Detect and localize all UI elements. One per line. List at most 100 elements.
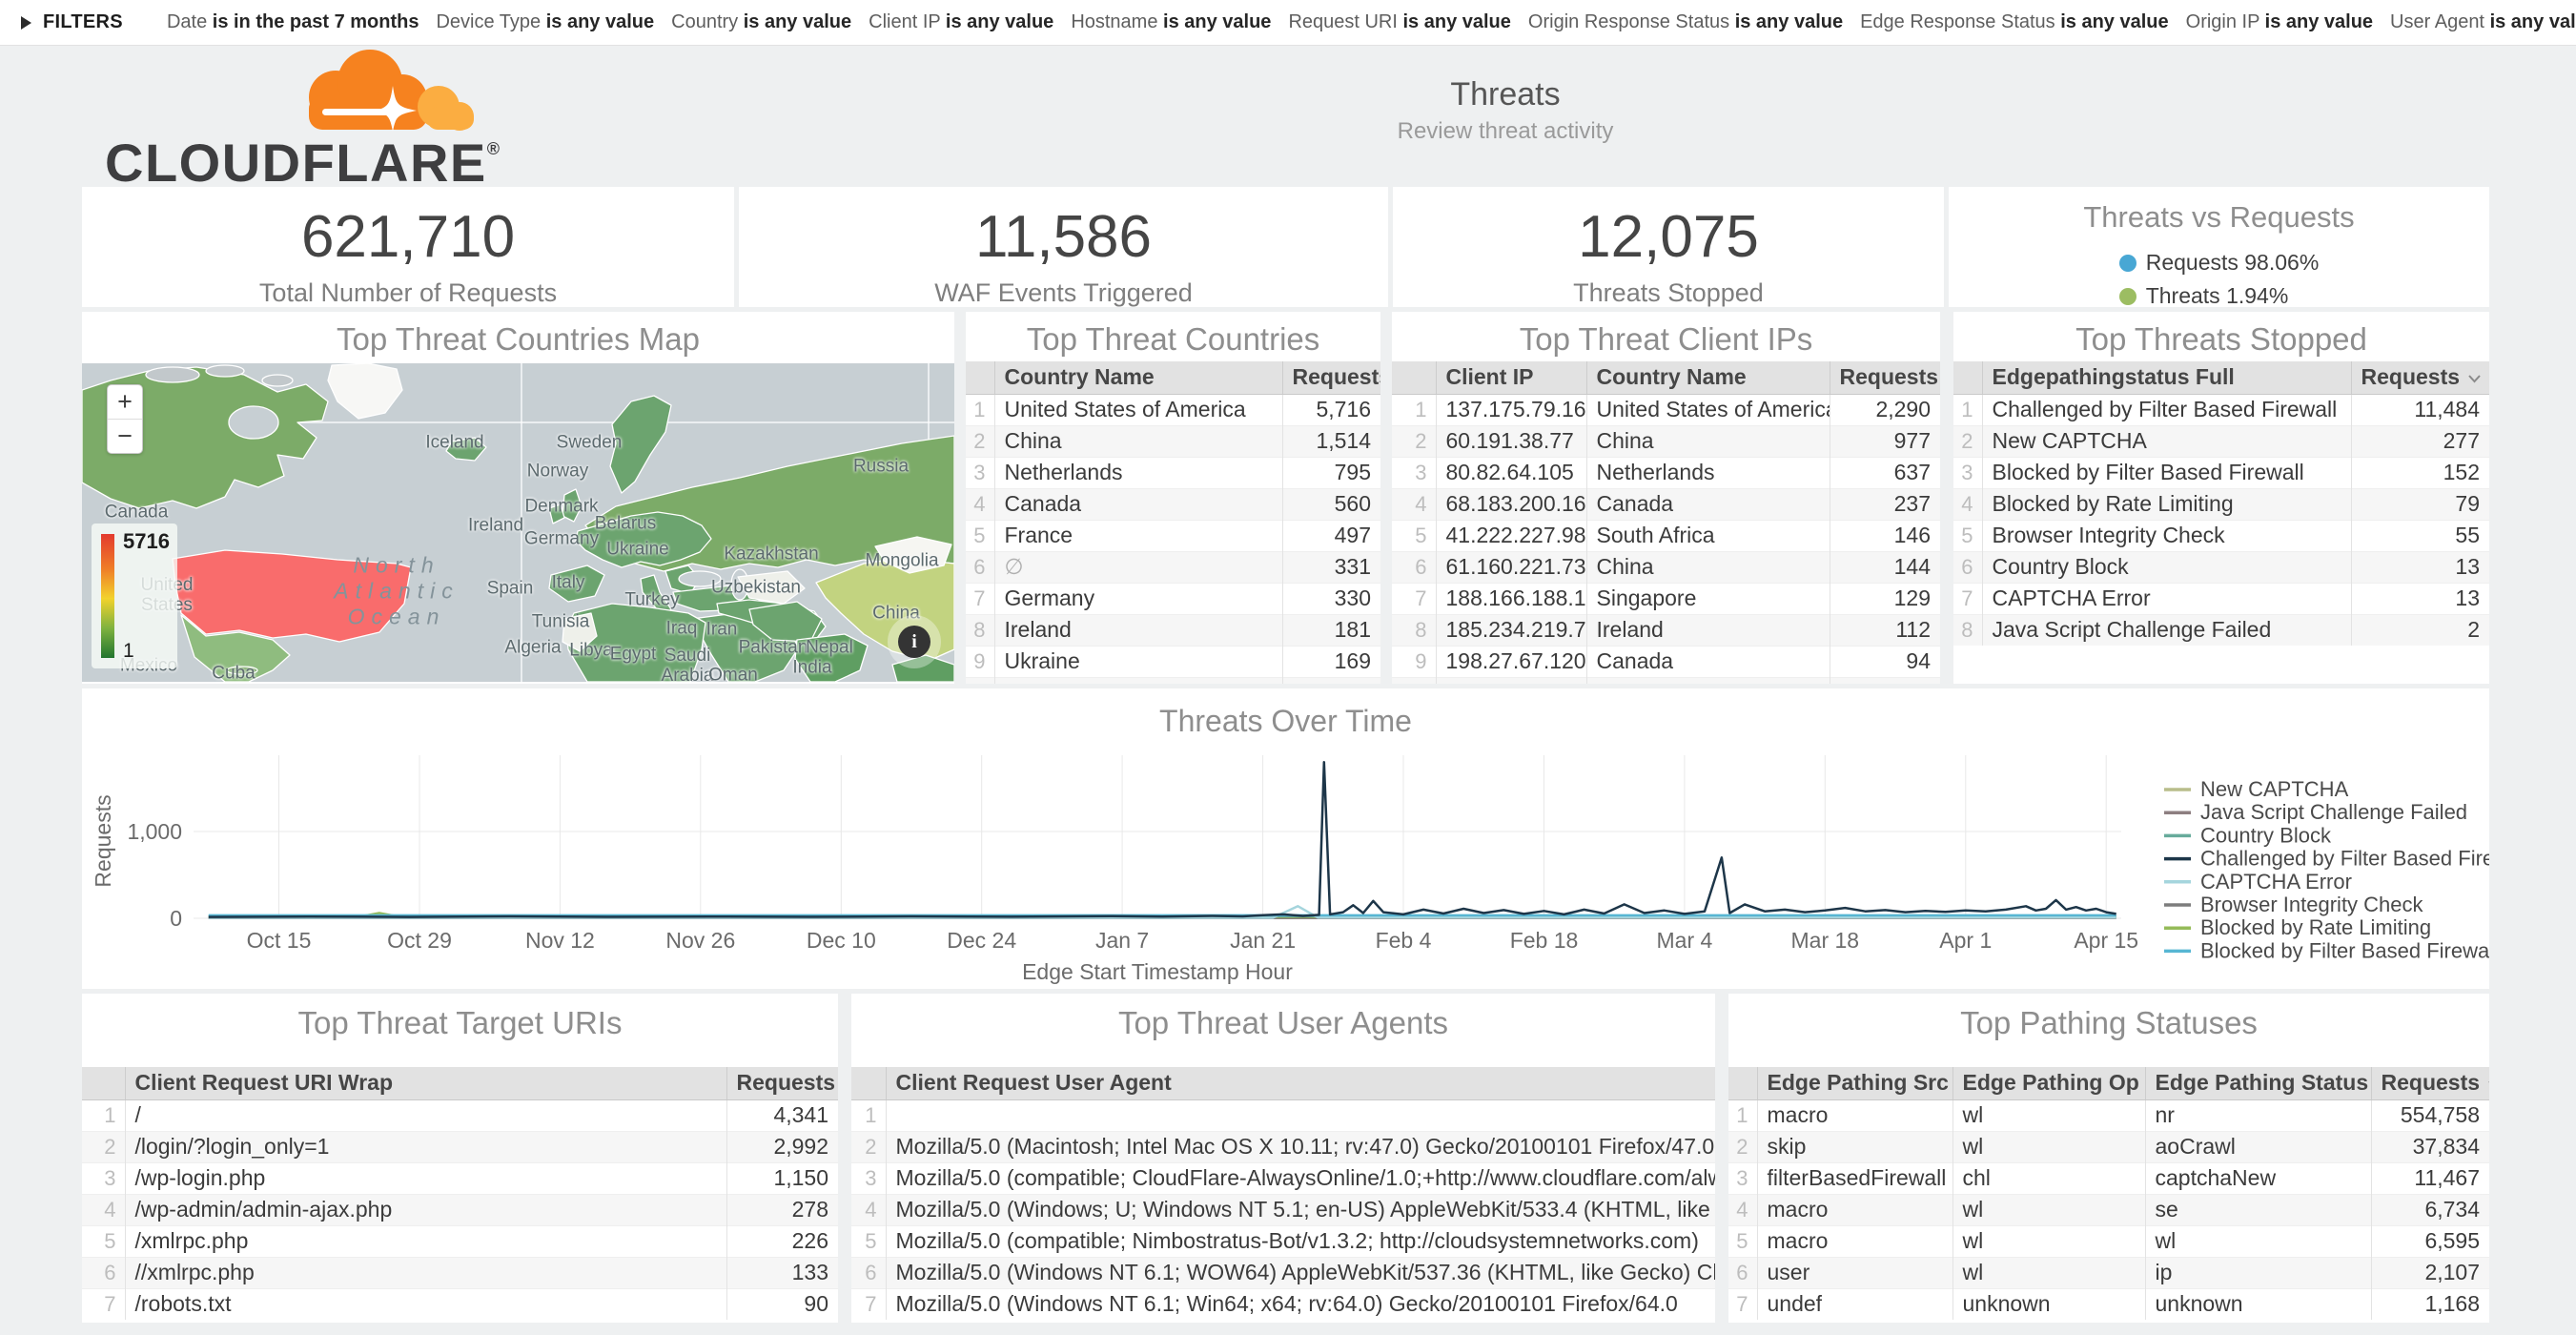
cell: macro — [1757, 1099, 1952, 1131]
cell: United States of America — [994, 394, 1282, 425]
registered-mark: ® — [487, 139, 501, 158]
column-header-edge-pathing-status[interactable]: Edge Pathing Status — [2145, 1067, 2371, 1099]
filter-country[interactable]: Country is any value — [671, 11, 851, 33]
cell: 497 — [1282, 520, 1380, 551]
table-row: 2/login/?login_only=12,992 — [82, 1131, 838, 1162]
filter-user-agent[interactable]: User Agent is any value — [2390, 11, 2576, 33]
filter-hostname[interactable]: Hostname is any value — [1071, 11, 1271, 33]
legend-label: Country Block — [2200, 823, 2332, 847]
filter-client-ip[interactable]: Client IP is any value — [869, 11, 1053, 33]
filter-origin-ip[interactable]: Origin IP is any value — [2186, 11, 2373, 33]
cell: 11,484 — [2351, 394, 2489, 425]
table-row: 4Blocked by Rate Limiting79 — [1953, 488, 2489, 520]
row-index: 1 — [1953, 394, 1982, 425]
legend-dot-icon — [2119, 288, 2136, 305]
cloudflare-threats-dashboard: FILTERS Date is in the past 7 months Devi… — [0, 0, 2576, 1335]
column-header-client-request-uri-wrap[interactable]: Client Request URI Wrap — [125, 1067, 726, 1099]
cell: unknown — [1952, 1288, 2145, 1320]
filter-date[interactable]: Date is in the past 7 months — [167, 11, 419, 33]
cell: 560 — [1282, 488, 1380, 520]
top-threat-countries-panel: Top Threat Countries Country NameRequest… — [966, 312, 1380, 684]
row-index: 5 — [1392, 520, 1436, 551]
map-zoom-out-button[interactable]: − — [108, 420, 142, 453]
table-row: 1macrowlnr554,758 — [1728, 1099, 2489, 1131]
cell: 146 — [1830, 520, 1940, 551]
filter-origin-response-status[interactable]: Origin Response Status is any value — [1528, 11, 1843, 33]
row-index: 1 — [966, 394, 994, 425]
x-tick-label: Feb 4 — [1376, 928, 1432, 953]
cell: United States of America — [1586, 394, 1830, 425]
countries-table: Country NameRequests 1United States of Am… — [966, 361, 1380, 684]
cell: wl — [1952, 1099, 2145, 1131]
cell: China — [1586, 425, 1830, 457]
row-index: 7 — [851, 1288, 886, 1320]
cell: 1,514 — [1282, 425, 1380, 457]
cell: Mozilla/5.0 (Macintosh; Intel Mac OS X 1… — [886, 1131, 1715, 1162]
column-header-edgepathingstatus-full[interactable]: Edgepathingstatus Full — [1982, 361, 2351, 394]
cell: 6,734 — [2371, 1194, 2489, 1225]
filter-device-type[interactable]: Device Type is any value — [436, 11, 654, 33]
column-header-edge-pathing-src[interactable]: Edge Pathing Src — [1757, 1067, 1952, 1099]
header-row: Client Request URI WrapRequests — [82, 1067, 838, 1099]
row-index: 7 — [1392, 583, 1436, 614]
cell: wl — [1952, 1225, 2145, 1257]
threats-over-time-chart[interactable]: 01,000Oct 15Oct 29Nov 12Nov 26Dec 10Dec … — [82, 688, 2489, 989]
threats-over-time-panel: Threats Over Time 01,000Oct 15Oct 29Nov … — [82, 688, 2489, 989]
legend-label: New CAPTCHA — [2200, 777, 2349, 801]
x-tick-label: Feb 18 — [1510, 928, 1579, 953]
table-row: 5France497 — [966, 520, 1380, 551]
cell: /wp-admin/admin-ajax.php — [125, 1194, 726, 1225]
row-index: 5 — [851, 1225, 886, 1257]
column-header-requests[interactable]: Requests — [1282, 361, 1380, 394]
cell: Singapore — [994, 677, 1282, 684]
table-row: 4macrowlse6,734 — [1728, 1194, 2489, 1225]
column-header-country-name[interactable]: Country Name — [1586, 361, 1830, 394]
column-header-requests[interactable]: Requests — [1830, 361, 1940, 394]
cell: 11,467 — [2371, 1162, 2489, 1194]
table-row: 6Mozilla/5.0 (Windows NT 6.1; WOW64) App… — [851, 1257, 1715, 1288]
pathing-statuses-table: Edge Pathing SrcEdge Pathing OpEdge Path… — [1728, 1067, 2489, 1320]
column-header-requests[interactable]: Requests — [2351, 361, 2489, 394]
cell: Browser Integrity Check — [1982, 520, 2351, 551]
table-row: 3/wp-login.php1,150 — [82, 1162, 838, 1194]
row-index: 2 — [82, 1131, 125, 1162]
x-tick-label: Mar 4 — [1657, 928, 1713, 953]
filter-request-uri[interactable]: Request URI is any value — [1288, 11, 1510, 33]
sort-desc-icon — [2487, 1079, 2489, 1089]
column-header-edge-pathing-op[interactable]: Edge Pathing Op — [1952, 1067, 2145, 1099]
cell: undef — [1757, 1288, 1952, 1320]
table-row: 5Browser Integrity Check55 — [1953, 520, 2489, 551]
table-row: 1061.160.247.137China88 — [1392, 677, 1940, 684]
cell: 795 — [1282, 457, 1380, 488]
column-header-client-request-user-agent[interactable]: Client Request User Agent — [886, 1067, 1715, 1099]
client-ips-table: Client IPCountry NameRequests1137.175.79… — [1392, 361, 1940, 684]
column-header-requests[interactable]: Requests — [2371, 1067, 2489, 1099]
row-index: 4 — [851, 1194, 886, 1225]
column-header-country-name[interactable]: Country Name — [994, 361, 1282, 394]
filters-toggle[interactable]: FILTERS — [43, 11, 123, 33]
x-tick-label: Jan 7 — [1095, 928, 1149, 953]
cell: South Africa — [1586, 520, 1830, 551]
map-info-button[interactable]: i — [888, 615, 941, 668]
row-index: 9 — [966, 646, 994, 677]
column-header-requests[interactable]: Requests — [726, 1067, 838, 1099]
row-index: 1 — [851, 1099, 886, 1131]
filter-edge-response-status[interactable]: Edge Response Status is any value — [1860, 11, 2169, 33]
cell: 60.191.38.77 — [1436, 425, 1586, 457]
legend-dot-icon — [2119, 255, 2136, 272]
cell: Netherlands — [994, 457, 1282, 488]
cell: 278 — [726, 1194, 838, 1225]
row-index: 7 — [1953, 583, 1982, 614]
index-column-header — [82, 1067, 125, 1099]
column-header-client-ip[interactable]: Client IP — [1436, 361, 1586, 394]
legend-label: Challenged by Filter Based Firewall — [2200, 847, 2489, 871]
cell: 2,290 — [1830, 394, 1940, 425]
table-row: 1Challenged by Filter Based Firewall11,4… — [1953, 394, 2489, 425]
table-row: 1 — [851, 1099, 1715, 1131]
x-tick-label: Nov 12 — [525, 928, 595, 953]
cell: 137.175.79.166 — [1436, 394, 1586, 425]
world-map[interactable]: CanadaUnited StatesMexicoCubaIcelandIrel… — [82, 363, 954, 682]
cell: 152 — [1282, 677, 1380, 684]
filters-expand-icon[interactable] — [21, 16, 31, 30]
map-zoom-in-button[interactable]: + — [108, 385, 142, 420]
